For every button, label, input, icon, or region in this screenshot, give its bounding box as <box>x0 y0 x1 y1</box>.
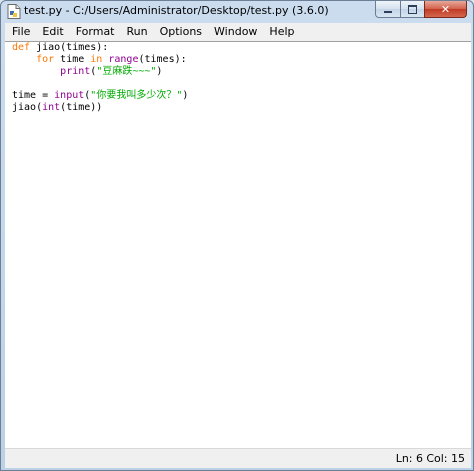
code-token: ) <box>182 90 189 101</box>
code-token: ) <box>156 66 163 77</box>
menu-bar: File Edit Format Run Options Window Help <box>5 23 471 41</box>
string-token: "你要我叫多少次？" <box>90 90 183 101</box>
column-indicator: Col: 15 <box>426 452 465 465</box>
code-token: jiao(times): <box>30 42 109 53</box>
string-token: "豆麻跌~~~" <box>96 66 157 77</box>
maximize-button[interactable] <box>400 1 424 18</box>
builtin-token: range <box>108 54 139 65</box>
code-line[interactable]: jiao(int(time)) <box>12 102 188 114</box>
idle-editor-window: test.py - C:/Users/Administrator/Desktop… <box>0 0 474 471</box>
code-token: (time)) <box>60 102 103 113</box>
close-icon: ✕ <box>440 2 451 16</box>
menu-edit[interactable]: Edit <box>35 23 68 41</box>
code-line[interactable] <box>12 78 188 90</box>
minimize-icon <box>384 11 392 13</box>
line-indicator: Ln: 6 <box>395 452 423 465</box>
minimize-button[interactable] <box>375 1 400 18</box>
close-button[interactable]: ✕ <box>424 1 467 18</box>
window-title: test.py - C:/Users/Administrator/Desktop… <box>24 4 329 17</box>
code-token: time = <box>12 90 55 101</box>
python-file-icon <box>7 4 21 19</box>
code-token: time <box>54 54 91 65</box>
builtin-token: print <box>60 66 91 77</box>
code-editor[interactable]: def jiao(times): for time in range(times… <box>5 41 471 448</box>
menu-file[interactable]: File <box>5 23 35 41</box>
menu-options[interactable]: Options <box>153 23 207 41</box>
menu-run[interactable]: Run <box>120 23 153 41</box>
keyword-token: in <box>90 54 103 65</box>
code-line[interactable]: time = input("你要我叫多少次？") <box>12 90 188 102</box>
code-line[interactable]: for time in range(times): <box>12 54 188 66</box>
keyword-token: def <box>12 42 31 53</box>
keyword-token: for <box>36 54 55 65</box>
caption-buttons: ✕ <box>375 1 467 19</box>
code-line[interactable]: def jiao(times): <box>12 42 188 54</box>
code-token: (times): <box>138 54 187 65</box>
title-bar[interactable]: test.py - C:/Users/Administrator/Desktop… <box>1 1 473 22</box>
code-token: jiao( <box>12 102 43 113</box>
maximize-icon <box>408 4 417 14</box>
builtin-token: int <box>42 102 61 113</box>
builtin-token: input <box>54 90 85 101</box>
menu-window[interactable]: Window <box>207 23 262 41</box>
menu-help[interactable]: Help <box>262 23 299 41</box>
code-text[interactable]: def jiao(times): for time in range(times… <box>12 42 188 114</box>
code-line[interactable]: print("豆麻跌~~~") <box>12 66 188 78</box>
status-bar: Ln: 6 Col: 15 <box>5 448 471 468</box>
menu-format[interactable]: Format <box>69 23 120 41</box>
